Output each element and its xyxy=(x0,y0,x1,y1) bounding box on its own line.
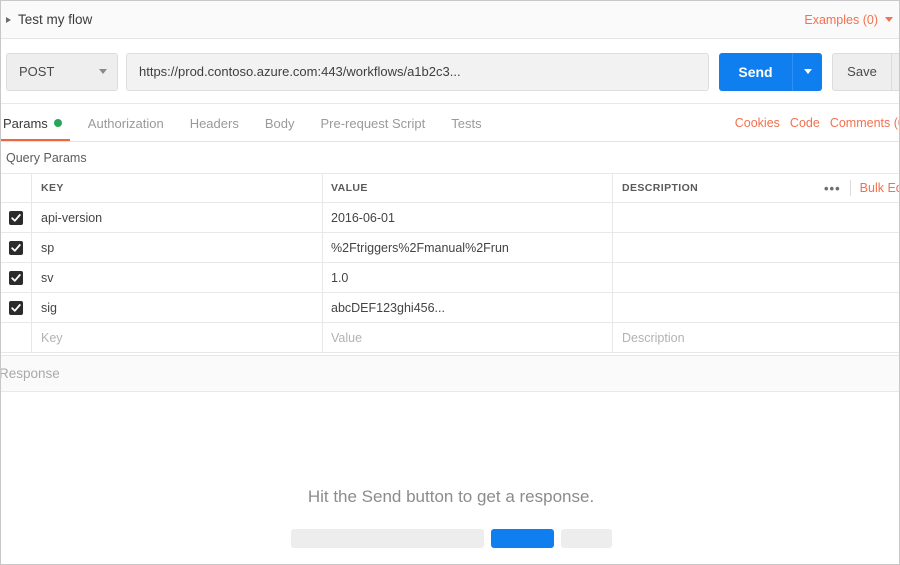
row-description[interactable] xyxy=(613,293,899,322)
save-options-button[interactable] xyxy=(891,53,899,90)
divider xyxy=(849,180,851,196)
tab-pre-request-script[interactable]: Pre-request Script xyxy=(307,105,438,141)
new-row-key-input[interactable]: Key xyxy=(32,323,323,352)
header-description: DESCRIPTION xyxy=(622,182,699,194)
bulk-edit-link[interactable]: Bulk Edit xyxy=(860,181,899,195)
table-row[interactable]: api-version 2016-06-01 xyxy=(1,203,899,233)
checkbox-checked-icon[interactable] xyxy=(9,240,23,255)
url-input-value: https://prod.contoso.azure.com:443/workf… xyxy=(139,64,461,79)
row-checkbox-cell[interactable] xyxy=(1,233,32,262)
query-params-table: KEY VALUE DESCRIPTION ••• Bulk Edit api-… xyxy=(1,173,899,353)
new-row-checkbox-cell xyxy=(1,323,32,352)
placeholder-bar-save xyxy=(560,529,612,548)
checkbox-checked-icon[interactable] xyxy=(9,300,23,315)
request-tabs: Params Authorization Headers Body Pre-re… xyxy=(1,105,899,142)
url-input[interactable]: https://prod.contoso.azure.com:443/workf… xyxy=(126,52,709,91)
row-key[interactable]: sp xyxy=(32,233,323,262)
table-header-tools: ••• Bulk Edit xyxy=(824,174,899,202)
table-row[interactable]: sp %2Ftriggers%2Fmanual%2Frun xyxy=(1,233,899,263)
row-value[interactable]: abcDEF123ghi456... xyxy=(323,293,613,322)
table-row[interactable]: sv 1.0 xyxy=(1,263,899,293)
row-description[interactable] xyxy=(613,233,899,262)
tab-params[interactable]: Params xyxy=(1,105,75,141)
params-active-dot-icon xyxy=(53,119,62,127)
tab-authorization-label: Authorization xyxy=(87,115,164,131)
url-bar: POST https://prod.contoso.azure.com:443/… xyxy=(1,40,899,104)
comments-link[interactable]: Comments (0) xyxy=(830,116,899,130)
header-checkbox-cell xyxy=(1,174,32,202)
tab-tests[interactable]: Tests xyxy=(438,105,494,141)
new-row-value-input[interactable]: Value xyxy=(323,323,613,352)
response-body: Hit the Send button to get a response. xyxy=(1,392,899,564)
tab-authorization[interactable]: Authorization xyxy=(75,105,177,141)
row-key[interactable]: sig xyxy=(32,293,323,322)
placeholder-bar-send xyxy=(490,529,554,548)
row-checkbox-cell[interactable] xyxy=(1,203,32,232)
response-empty-message: Hit the Send button to get a response. xyxy=(307,487,595,506)
http-method-value: POST xyxy=(19,64,55,79)
response-header: Response xyxy=(0,355,899,392)
ellipsis-icon[interactable]: ••• xyxy=(824,181,841,196)
chevron-down-icon[interactable] xyxy=(885,17,893,22)
row-key[interactable]: sv xyxy=(32,263,323,292)
examples-link[interactable]: Examples (0) xyxy=(804,13,878,27)
row-checkbox-cell[interactable] xyxy=(1,293,32,322)
header-description-cell: DESCRIPTION ••• Bulk Edit xyxy=(613,174,899,202)
tab-body-label: Body xyxy=(264,115,295,131)
chevron-down-icon xyxy=(99,69,107,74)
code-link[interactable]: Code xyxy=(790,116,820,130)
postman-request-window: Test my flow Examples (0) POST https://p… xyxy=(0,0,900,565)
tab-body[interactable]: Body xyxy=(252,105,308,141)
tab-headers-label: Headers xyxy=(189,115,239,131)
row-value[interactable]: 2016-06-01 xyxy=(323,203,613,232)
row-value[interactable]: %2Ftriggers%2Fmanual%2Frun xyxy=(323,233,613,262)
row-description[interactable] xyxy=(613,203,899,232)
response-title: Response xyxy=(0,366,60,381)
save-button-group: Save xyxy=(832,52,899,91)
header-key: KEY xyxy=(32,174,323,202)
examples-group[interactable]: Examples (0) xyxy=(804,13,893,27)
row-description[interactable] xyxy=(613,263,899,292)
checkbox-checked-icon[interactable] xyxy=(9,270,23,285)
new-row-description-input[interactable]: Description xyxy=(613,323,899,352)
request-tabs-bar: Params Authorization Headers Body Pre-re… xyxy=(1,105,899,142)
checkbox-checked-icon[interactable] xyxy=(9,210,23,225)
request-tabs-links: Cookies Code Comments (0) xyxy=(735,105,899,141)
send-button[interactable]: Send xyxy=(719,52,792,91)
http-method-select[interactable]: POST xyxy=(6,52,118,91)
send-button-group: Send xyxy=(719,52,822,91)
save-button[interactable]: Save xyxy=(833,54,891,90)
send-options-button[interactable] xyxy=(792,52,822,91)
row-checkbox-cell[interactable] xyxy=(1,263,32,292)
table-row[interactable]: sig abcDEF123ghi456... xyxy=(1,293,899,323)
table-new-row[interactable]: Key Value Description xyxy=(1,323,899,353)
chevron-down-icon xyxy=(803,69,812,74)
request-name-group[interactable]: Test my flow xyxy=(1,12,92,27)
send-button-label: Send xyxy=(738,63,773,80)
cookies-link[interactable]: Cookies xyxy=(735,116,780,130)
tab-tests-label: Tests xyxy=(451,115,482,131)
response-empty-state: Hit the Send button to get a response. xyxy=(1,487,899,548)
row-value[interactable]: 1.0 xyxy=(323,263,613,292)
tab-params-label: Params xyxy=(3,115,48,131)
table-header-row: KEY VALUE DESCRIPTION ••• Bulk Edit xyxy=(1,173,899,203)
request-name: Test my flow xyxy=(18,12,93,27)
placeholder-bar-url xyxy=(290,529,484,548)
header-value: VALUE xyxy=(323,174,613,202)
response-placeholder-bars xyxy=(1,529,899,548)
save-button-label: Save xyxy=(847,64,877,79)
caret-right-icon[interactable] xyxy=(6,16,11,23)
query-params-caption: Query Params xyxy=(1,142,899,173)
tab-headers[interactable]: Headers xyxy=(177,105,252,141)
tab-pre-request-script-label: Pre-request Script xyxy=(320,115,426,131)
request-name-bar: Test my flow Examples (0) xyxy=(1,1,899,39)
row-key[interactable]: api-version xyxy=(32,203,323,232)
